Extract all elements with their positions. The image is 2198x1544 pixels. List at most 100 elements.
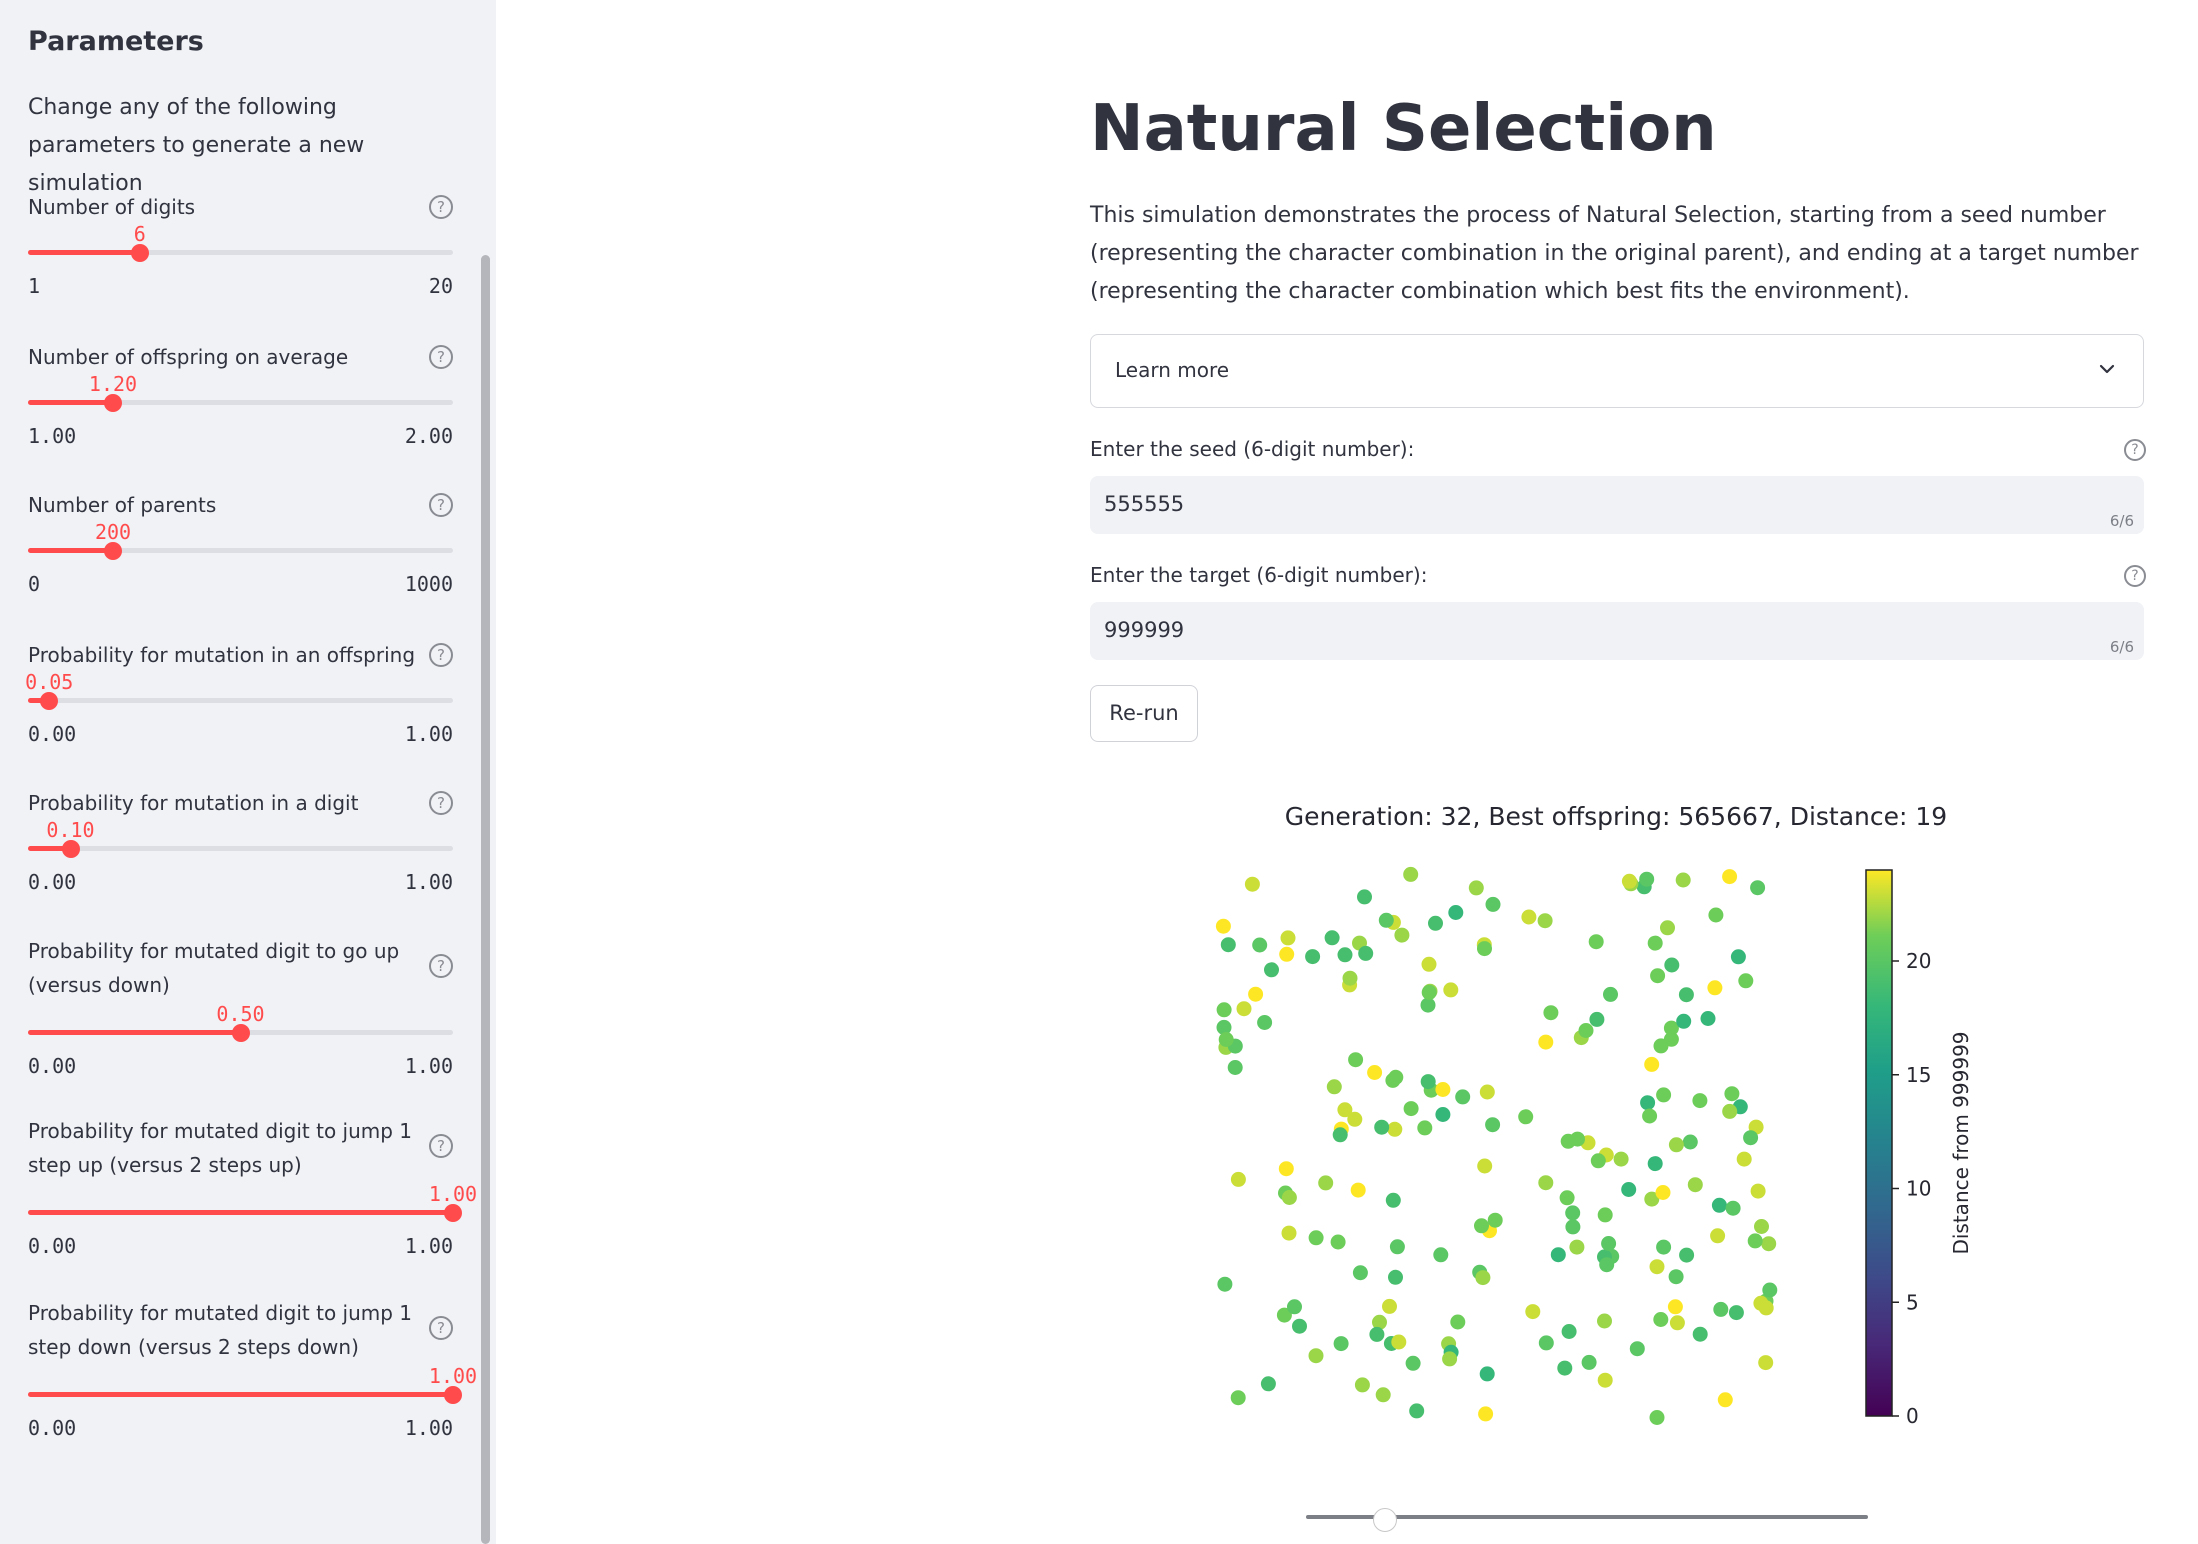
scatter-point: [1389, 1239, 1405, 1255]
param-6: Probability for mutated digit to jump 1 …: [28, 1114, 477, 1258]
param-value: 200: [94, 520, 132, 544]
colorbar-tick-label: 20: [1906, 949, 1931, 973]
scatter-point: [1385, 1192, 1401, 1208]
help-icon[interactable]: ?: [429, 643, 453, 667]
scatter-point: [1326, 1079, 1342, 1095]
generation-slider-thumb[interactable]: [1372, 1508, 1397, 1532]
slider-thumb[interactable]: [444, 1386, 462, 1404]
scatter-point: [1428, 915, 1443, 931]
scatter-point: [1692, 1093, 1708, 1109]
scatter-point: [1220, 937, 1236, 953]
param-label: Probability for mutation in an offspring: [28, 643, 416, 667]
target-help-icon[interactable]: ?: [2124, 565, 2146, 587]
generation-slider[interactable]: [1306, 1508, 1868, 1538]
scatter-point: [1758, 1355, 1774, 1371]
scatter-point: [1387, 1121, 1403, 1137]
scatter-point: [1561, 1324, 1577, 1339]
help-icon[interactable]: ?: [429, 195, 453, 219]
scatter-point: [1717, 1392, 1733, 1408]
slider-thumb[interactable]: [104, 394, 122, 412]
scatter-point: [1347, 1111, 1363, 1127]
scatter-point: [1378, 912, 1394, 928]
scatter-point: [1597, 1207, 1613, 1223]
target-char-counter: 6/6: [2109, 638, 2134, 656]
scatter-point: [1287, 1299, 1302, 1315]
scatter-point: [1668, 1269, 1684, 1285]
help-icon[interactable]: ?: [429, 493, 453, 517]
help-icon[interactable]: ?: [429, 1134, 453, 1158]
rerun-button[interactable]: Re-run: [1090, 685, 1198, 742]
scatter-point: [1257, 1015, 1273, 1030]
target-input-value: 999999: [1104, 618, 1185, 642]
slider-thumb[interactable]: [104, 542, 122, 560]
sidebar-scrollbar[interactable]: [481, 255, 490, 1544]
scatter-point: [1333, 1336, 1349, 1352]
slider-thumb[interactable]: [231, 1024, 250, 1042]
param-3: Probability for mutation in an offspring…: [25, 638, 453, 746]
slider-thumb[interactable]: [444, 1204, 462, 1222]
scatter-point: [1342, 970, 1358, 986]
scatter-point: [1679, 1247, 1695, 1263]
seed-input[interactable]: 555555 6/6: [1090, 476, 2144, 534]
scatter-point: [1722, 1103, 1738, 1119]
help-icon[interactable]: ?: [429, 954, 453, 978]
scatter-point: [1318, 1175, 1334, 1191]
scatter-point: [1724, 1086, 1740, 1102]
target-input[interactable]: 999999 6/6: [1090, 602, 2144, 660]
scatter-point: [1367, 1065, 1383, 1080]
slider-min: 0.00: [28, 870, 77, 894]
scatter-point: [1217, 1276, 1233, 1292]
param-5: Probability for mutated digit to go up (…: [28, 934, 453, 1078]
slider-max: 1.00: [404, 1054, 453, 1078]
scatter-point: [1305, 949, 1321, 965]
scatter-point: [1590, 1153, 1606, 1169]
param-2: Number of parents? 200 0 1000: [28, 488, 453, 596]
scatter-point: [1521, 909, 1537, 925]
scatter-point: [1743, 1130, 1759, 1146]
scatter-point: [1578, 1023, 1594, 1038]
scatter-point: [1682, 1134, 1698, 1150]
scatter-point: [1394, 927, 1410, 943]
scatter-point: [1640, 1095, 1656, 1111]
slider-thumb[interactable]: [40, 692, 59, 710]
param-label: Probability for mutation in a digit: [28, 791, 359, 815]
param-label: Number of offspring on average: [28, 345, 349, 369]
scatter-point: [1385, 1072, 1401, 1088]
seed-help-icon[interactable]: ?: [2124, 439, 2146, 461]
help-icon[interactable]: ?: [429, 1316, 453, 1340]
scatter-point: [1621, 873, 1637, 889]
scatter-point: [1589, 1011, 1605, 1027]
slider-min: 0.00: [28, 722, 77, 746]
slider-max: 1.00: [404, 722, 453, 746]
slider-track: [28, 698, 453, 703]
scatter-point: [1421, 984, 1437, 1000]
scatter-point: [1358, 945, 1374, 961]
param-value: 1.20: [88, 372, 138, 396]
scatter-point: [1647, 1156, 1663, 1172]
slider-thumb[interactable]: [61, 840, 80, 858]
scatter-point: [1730, 949, 1746, 965]
scatter-point: [1477, 1158, 1493, 1174]
help-icon[interactable]: ?: [429, 791, 453, 815]
learn-more-expander[interactable]: Learn more: [1090, 334, 2144, 408]
scatter-point: [1308, 1230, 1324, 1246]
slider-max: 1000: [404, 572, 453, 596]
sidebar: Parameters Change any of the following p…: [0, 0, 496, 1544]
scatter-point: [1403, 866, 1419, 882]
scatter-point: [1391, 1334, 1407, 1350]
slider-thumb[interactable]: [130, 244, 149, 262]
scatter-point: [1227, 1060, 1243, 1075]
slider-fill: [28, 1392, 453, 1397]
chart-title: Generation: 32, Best offspring: 565667, …: [1284, 802, 1948, 831]
scatter-point: [1601, 1236, 1617, 1251]
scatter-point: [1736, 1151, 1752, 1167]
scatter-point: [1559, 1190, 1575, 1206]
scatter-point: [1348, 1052, 1364, 1068]
scatter-point: [1710, 1228, 1726, 1244]
scatter-point: [1280, 930, 1296, 946]
scatter-point: [1455, 1089, 1471, 1105]
slider-max: 1.00: [404, 1416, 453, 1440]
scatter-point: [1761, 1236, 1777, 1252]
scatter-point: [1603, 986, 1618, 1002]
help-icon[interactable]: ?: [429, 345, 453, 369]
